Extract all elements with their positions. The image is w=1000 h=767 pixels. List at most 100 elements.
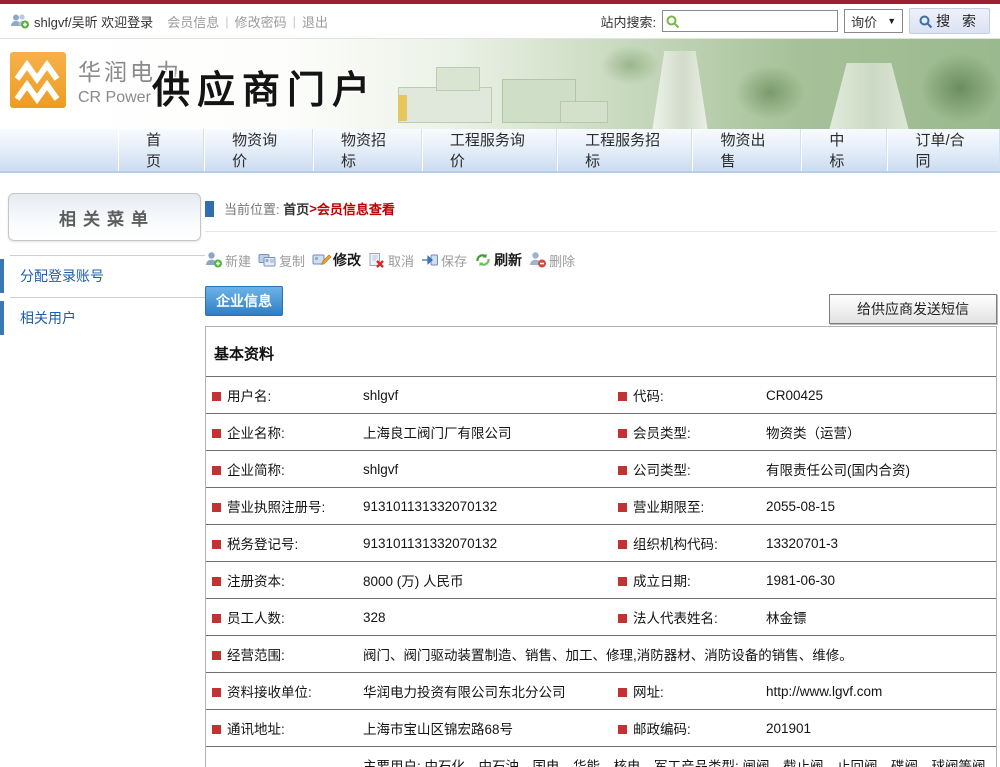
red-bullet-icon: [212, 688, 221, 697]
red-bullet-icon: [212, 429, 221, 438]
field-value: shlgvf: [357, 377, 612, 414]
field-label: 企业简称:: [206, 451, 357, 488]
info-row: 企业名称:上海良工阀门厂有限公司会员类型:物资类（运营）: [206, 414, 996, 451]
toolbar-button-label: 复制: [279, 251, 305, 270]
sidebar: 相关菜单 分配登录账号相关用户: [0, 173, 205, 339]
field-value: 913101131332070132: [357, 488, 612, 525]
field-value: http://www.lgvf.com: [760, 673, 996, 710]
site-search-input[interactable]: [662, 10, 838, 32]
search-category-select[interactable]: 询价 ▼: [844, 9, 903, 33]
info-row: 经营范围:阀门、阀门驱动装置制造、销售、加工、修理,消防器材、消防设备的销售、维…: [206, 636, 996, 673]
field-label: 网址:: [612, 673, 760, 710]
field-value: 上海良工阀门厂有限公司: [357, 414, 612, 451]
users-icon: [10, 13, 30, 29]
account-link[interactable]: 修改密码: [229, 12, 293, 31]
search-button[interactable]: 搜 索: [909, 8, 990, 34]
copy-icon: [258, 251, 277, 269]
breadcrumb-separator: >: [309, 201, 317, 216]
field-value: 13320701-3: [760, 525, 996, 562]
sidebar-item[interactable]: 相关用户: [0, 297, 205, 339]
nav-item[interactable]: 中 标: [801, 129, 887, 171]
toolbar-button-label: 修改: [333, 250, 361, 270]
copy-button[interactable]: 复制: [258, 251, 305, 270]
blue-block-icon: [205, 201, 214, 217]
red-bullet-icon: [212, 503, 221, 512]
nav-item[interactable]: 订单/合同: [887, 129, 1000, 171]
plant-building-graphic: [560, 101, 608, 123]
search-button-label: 搜 索: [936, 11, 980, 31]
sidebar-title: 相关菜单: [8, 193, 201, 241]
breadcrumb-label: 当前位置:: [224, 199, 280, 218]
user-add-icon: [205, 251, 223, 269]
info-row: 通讯地址:上海市宝山区锦宏路68号邮政编码:201901: [206, 710, 996, 747]
breadcrumb-home[interactable]: 首页: [283, 199, 309, 218]
tab-company-info[interactable]: 企业信息: [205, 286, 283, 316]
nav-item[interactable]: 物资出售: [692, 129, 801, 171]
send-sms-button[interactable]: 给供应商发送短信: [829, 294, 997, 324]
nav-item[interactable]: 物资询价: [204, 129, 313, 171]
nav-item[interactable]: 首 页: [118, 129, 204, 171]
account-link[interactable]: 退出: [296, 12, 334, 31]
breadcrumb-current[interactable]: 会员信息查看: [317, 199, 395, 218]
red-bullet-icon: [618, 725, 627, 734]
field-label: 用户名:: [206, 377, 357, 414]
main-nav: 首 页物资询价物资招标工程服务询价工程服务招标物资出售中 标订单/合同: [0, 129, 1000, 173]
nav-item[interactable]: 物资招标: [313, 129, 422, 171]
refresh-icon: [474, 251, 492, 269]
header-banner: 华润电力 CR Power 供应商门户: [0, 39, 1000, 129]
field-value: 8000 (万) 人民币: [357, 562, 612, 599]
field-label: 组织机构代码:: [612, 525, 760, 562]
tree-graphic: [920, 53, 1000, 123]
page-title: 供应商门户: [152, 59, 377, 114]
cancel-button[interactable]: 取消: [368, 251, 414, 270]
field-label: 代码:: [612, 377, 760, 414]
toolbar-button-label: 删除: [549, 251, 575, 270]
toolbar-button-label: 保存: [441, 251, 467, 270]
sidebar-item[interactable]: 分配登录账号: [0, 255, 205, 297]
toolbar-button-label: 新建: [225, 251, 251, 270]
field-label: 注册资本:: [206, 562, 357, 599]
utility-bar: shlgvf/吴昕 欢迎登录 会员信息|修改密码|退出 站内搜索: 询价 ▼: [0, 4, 1000, 39]
logged-in-user: shlgvf/吴昕 欢迎登录: [34, 12, 153, 31]
account-links: 会员信息|修改密码|退出: [161, 12, 334, 31]
cancel-icon: [368, 251, 386, 269]
save-button[interactable]: 保存: [421, 251, 467, 270]
field-value: 2055-08-15: [760, 488, 996, 525]
refresh-button[interactable]: 刷新: [474, 250, 522, 270]
user-add-button[interactable]: 新建: [205, 251, 251, 270]
field-value: shlgvf: [357, 451, 612, 488]
red-bullet-icon: [212, 466, 221, 475]
company-info-panel: 基本资料 用户名:shlgvf代码:CR00425企业名称:上海良工阀门厂有限公…: [205, 326, 997, 767]
red-bullet-icon: [212, 614, 221, 623]
red-bullet-icon: [618, 688, 627, 697]
field-value: 201901: [760, 710, 996, 747]
field-value: CR00425: [760, 377, 996, 414]
nav-item[interactable]: 工程服务询价: [422, 129, 557, 171]
plant-building-graphic: [398, 87, 492, 123]
info-row: 税务登记号:913101131332070132组织机构代码:13320701-…: [206, 525, 996, 562]
field-value: 林金镖: [760, 599, 996, 636]
red-bullet-icon: [212, 577, 221, 586]
field-label: 公司类型:: [612, 451, 760, 488]
save-icon: [421, 251, 439, 269]
info-row: 注册资本:8000 (万) 人民币成立日期:1981-06-30: [206, 562, 996, 599]
red-bullet-icon: [212, 651, 221, 660]
info-row: 用户名:shlgvf代码:CR00425: [206, 377, 996, 414]
field-value: 1981-06-30: [760, 562, 996, 599]
nav-item[interactable]: 工程服务招标: [557, 129, 692, 171]
field-value: 阀门、阀门驱动装置制造、销售、加工、修理,消防器材、消防设备的销售、维修。: [357, 636, 996, 673]
user-delete-icon: [529, 251, 547, 269]
info-row: 营业执照注册号:913101131332070132营业期限至:2055-08-…: [206, 488, 996, 525]
field-label: 员工人数:: [206, 599, 357, 636]
field-label: 经营范围:: [206, 636, 357, 673]
red-bullet-icon: [212, 392, 221, 401]
field-value: 华润电力投资有限公司东北分公司: [357, 673, 612, 710]
info-row: 员工人数:328法人代表姓名:林金镖: [206, 599, 996, 636]
field-value: 物资类（运营）: [760, 414, 996, 451]
user-delete-button[interactable]: 删除: [529, 251, 575, 270]
edit-button[interactable]: 修改: [312, 250, 361, 270]
red-bullet-icon: [618, 577, 627, 586]
field-label: 法人代表姓名:: [612, 599, 760, 636]
account-link[interactable]: 会员信息: [161, 12, 225, 31]
search-icon: [919, 13, 933, 29]
